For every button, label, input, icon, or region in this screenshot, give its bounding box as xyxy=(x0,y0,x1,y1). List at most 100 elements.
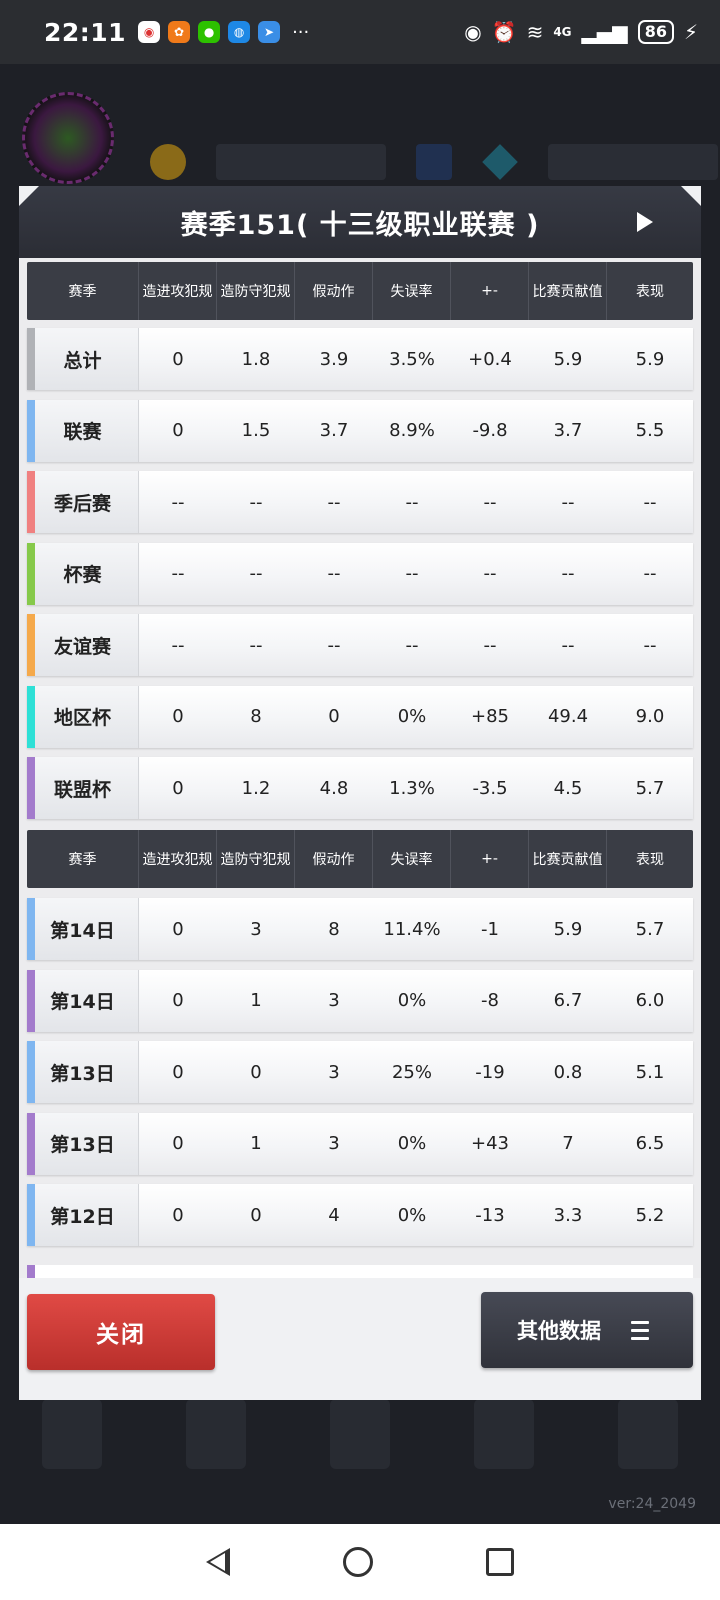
row-color-stripe xyxy=(27,1041,35,1103)
row-value: 0.8 xyxy=(553,1061,583,1083)
row-label: 联赛 xyxy=(27,399,139,462)
row-value: 6.7 xyxy=(553,990,583,1011)
gem-icon xyxy=(482,144,518,180)
season-table-header: 赛季 造进攻犯规 造防守犯规 假动作 失误率 +- 比赛贡献值 表现 xyxy=(27,262,693,320)
home-icon[interactable] xyxy=(342,1547,373,1577)
row-value: 0% xyxy=(397,706,427,727)
row-value: -- xyxy=(483,634,497,656)
row-value: 1.5 xyxy=(241,420,271,441)
row-color-stripe xyxy=(27,1112,35,1175)
row-color-stripe xyxy=(27,399,35,462)
table-row[interactable]: 总计 0 1.8 3.9 3.5% +0.4 5.9 5.9 xyxy=(27,328,693,390)
table-row[interactable]: 地区杯 0 8 0 0% +85 49.4 9.0 xyxy=(27,685,693,748)
column-header: 表现 xyxy=(636,284,664,300)
row-value: -- xyxy=(405,563,419,584)
row-color-stripe xyxy=(27,757,35,819)
table-row[interactable]: 联盟杯 0 1.2 4.8 1.3% -3.5 4.5 5.7 xyxy=(27,757,693,819)
table-row[interactable]: 第13日 0 1 3 0% +43 7 6.5 xyxy=(27,1112,693,1175)
row-value: 0 xyxy=(250,1061,262,1083)
row-color-stripe xyxy=(27,898,35,960)
eye-icon: ◉ xyxy=(464,20,482,44)
network-type: 4G xyxy=(553,25,572,39)
table-row[interactable]: 联赛 0 1.5 3.7 8.9% -9.8 3.7 5.5 xyxy=(27,399,693,462)
currency-bar xyxy=(150,144,718,180)
row-value: 0 xyxy=(172,777,184,799)
row-label: 总计 xyxy=(27,328,139,390)
table-row[interactable]: 第12日 0 0 4 0% -13 3.3 5.2 xyxy=(27,1184,693,1246)
recents-icon[interactable] xyxy=(485,1548,514,1576)
stats-table-area[interactable]: 赛季 造进攻犯规 造防守犯规 假动作 失误率 +- 比赛贡献值 表现 总计 0 1.… xyxy=(19,258,701,1278)
row-label: 第14日 xyxy=(27,898,139,960)
row-value: -- xyxy=(483,563,497,584)
row-value: 0 xyxy=(172,1133,184,1154)
row-value: -- xyxy=(561,491,575,513)
row-value: 1.8 xyxy=(241,348,271,370)
row-value: 8 xyxy=(328,918,340,940)
team-logo xyxy=(22,92,114,184)
app-notification-icon: ◉ xyxy=(138,21,161,43)
back-icon[interactable] xyxy=(206,1548,231,1576)
row-value: 5.5 xyxy=(635,420,665,441)
row-value: 1 xyxy=(250,990,262,1011)
row-value: 11.4% xyxy=(383,918,441,940)
table-row[interactable]: 第14日 0 1 3 0% -8 6.7 6.0 xyxy=(27,969,693,1032)
column-header: +- xyxy=(451,262,529,320)
row-value: 5.7 xyxy=(635,777,665,799)
menu-icon xyxy=(631,1320,649,1340)
row-value: 0% xyxy=(397,1204,427,1226)
message-icon: ➤ xyxy=(258,21,281,43)
row-value: 0 xyxy=(172,420,184,441)
row-value: 3.5% xyxy=(389,348,435,370)
row-value: 4.5 xyxy=(553,777,583,799)
column-header: 造进攻犯规 xyxy=(139,262,217,320)
row-value: 3 xyxy=(328,1133,340,1154)
table-row[interactable]: 第13日 0 0 3 25% -19 0.8 5.1 xyxy=(27,1041,693,1103)
play-icon[interactable] xyxy=(637,212,653,232)
wechat-icon: ● xyxy=(198,21,221,43)
row-value: 5.7 xyxy=(635,918,665,940)
nav-item xyxy=(186,1399,246,1469)
row-color-stripe xyxy=(27,471,35,533)
row-value: 1.2 xyxy=(241,777,271,799)
other-data-button[interactable]: 其他数据 xyxy=(481,1292,693,1368)
browser-icon: ◍ xyxy=(228,21,251,43)
row-value: 0 xyxy=(172,990,184,1011)
more-notifications-icon: ··· xyxy=(292,21,310,43)
row-value: -- xyxy=(643,491,657,513)
row-value: 0% xyxy=(397,990,427,1011)
row-value: -- xyxy=(327,634,341,656)
row-value: 0 xyxy=(172,348,184,370)
table-row[interactable]: 杯赛 -- -- -- -- -- -- -- xyxy=(27,542,693,605)
row-value: +0.4 xyxy=(468,348,512,370)
row-value: 25% xyxy=(391,1061,432,1083)
row-value: -19 xyxy=(475,1061,505,1083)
row-value: -- xyxy=(643,563,657,584)
coin-icon xyxy=(150,144,186,180)
row-label: 季后赛 xyxy=(27,471,139,533)
row-color-stripe xyxy=(27,685,35,748)
row-label: 第13日 xyxy=(27,1041,139,1103)
row-value: -8 xyxy=(481,990,499,1011)
column-header: +- xyxy=(451,830,529,888)
close-button[interactable]: 关闭 xyxy=(27,1294,215,1370)
row-value: -- xyxy=(249,491,263,513)
column-header: 表现 xyxy=(636,852,664,868)
gem-amount xyxy=(548,144,718,180)
wifi-icon: ≋ xyxy=(526,20,544,44)
row-value: 8.9% xyxy=(389,420,435,441)
row-value: -- xyxy=(327,563,341,584)
game-table-header: 赛季 造进攻犯规 造防守犯规 假动作 失误率 +- 比赛贡献值 表现 xyxy=(27,830,693,888)
coin-amount xyxy=(216,144,386,180)
row-color-stripe xyxy=(27,328,35,390)
row-value: -1 xyxy=(481,918,499,940)
row-label: 杯赛 xyxy=(27,542,139,605)
column-header: 赛季 xyxy=(27,830,139,888)
column-header: 失误率 xyxy=(373,830,451,888)
table-row[interactable]: 第14日 0 3 8 11.4% -1 5.9 5.7 xyxy=(27,898,693,960)
row-value: 3 xyxy=(328,990,340,1011)
row-value: +85 xyxy=(471,706,509,727)
row-value: -- xyxy=(483,491,497,513)
table-row[interactable]: 友谊赛 -- -- -- -- -- -- -- xyxy=(27,614,693,676)
row-value: +43 xyxy=(471,1133,509,1154)
table-row[interactable]: 季后赛 -- -- -- -- -- -- -- xyxy=(27,471,693,533)
